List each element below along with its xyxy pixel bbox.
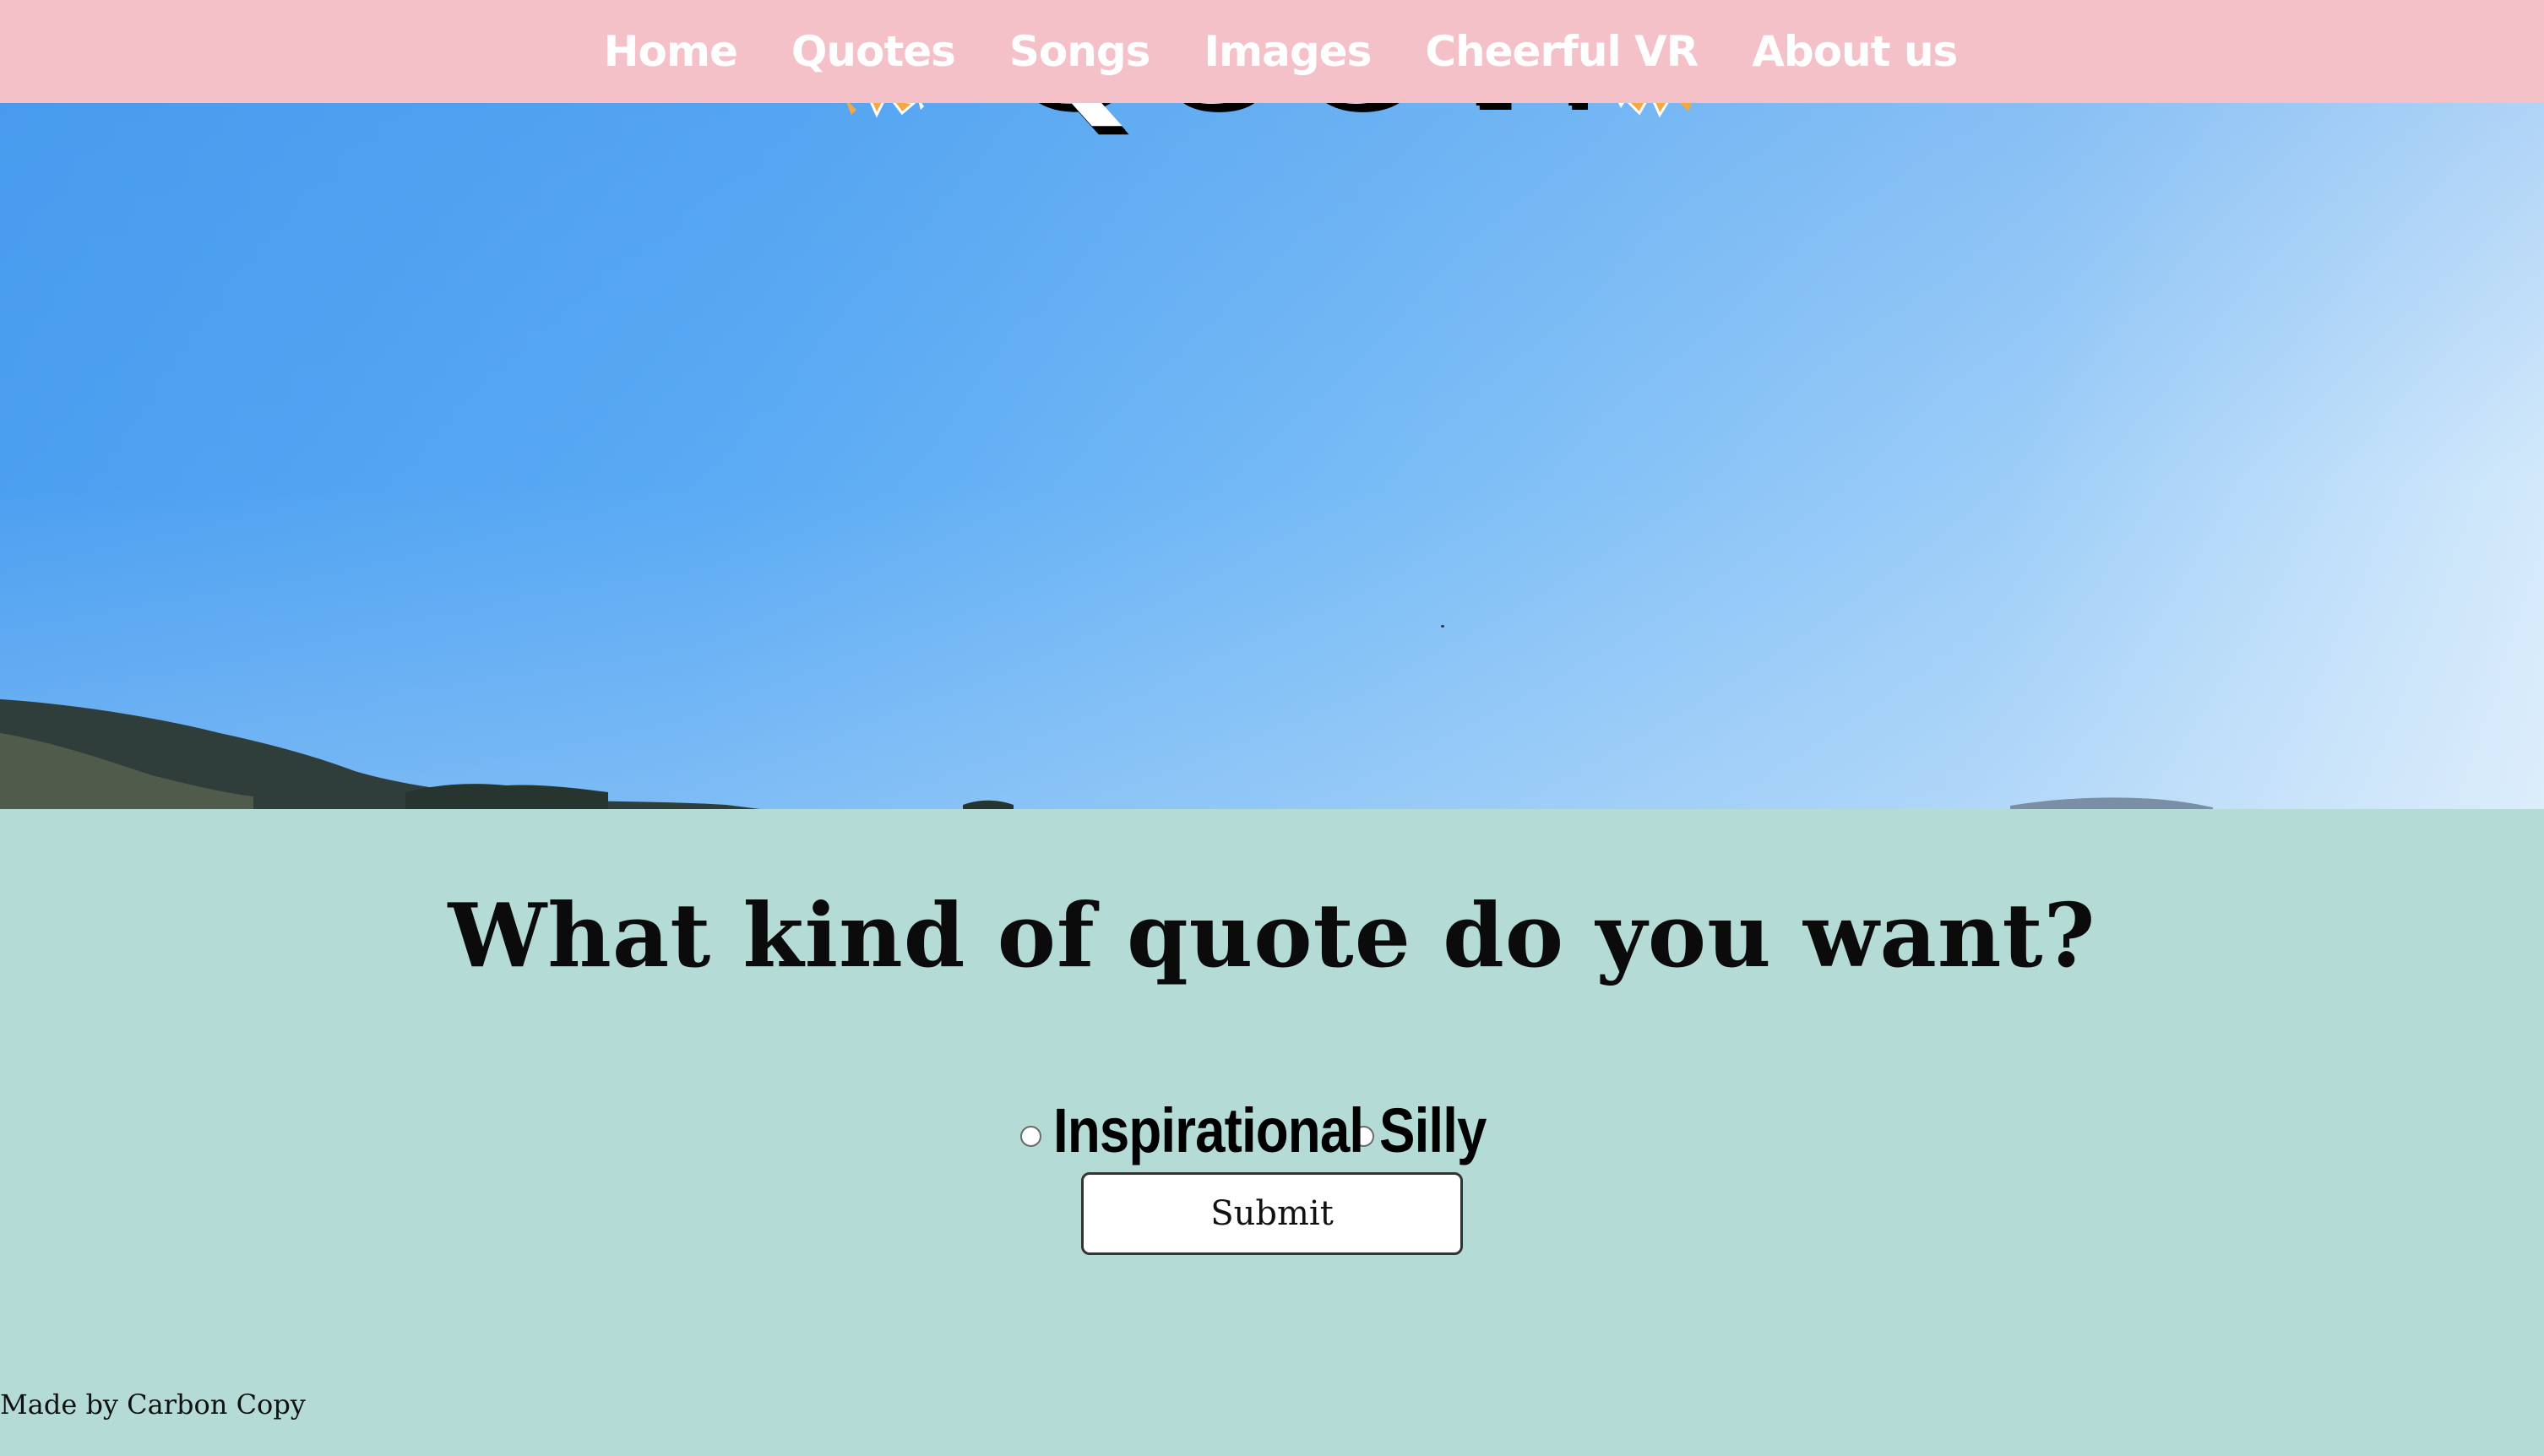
quote-picker-section: What kind of quote do you want? Inspirat… bbox=[0, 809, 2544, 1456]
nav-link-about-us[interactable]: About us bbox=[1752, 27, 1958, 76]
quote-type-options: Inspirational Silly bbox=[1020, 1095, 1503, 1166]
nav-link-images[interactable]: Images bbox=[1204, 27, 1372, 76]
radio-inspirational[interactable] bbox=[1020, 1125, 1041, 1147]
nav-link-cheerful-vr[interactable]: Cheerful VR bbox=[1425, 27, 1699, 76]
quote-type-question: What kind of quote do you want? bbox=[448, 883, 2096, 987]
nav-link-home[interactable]: Home bbox=[604, 27, 738, 76]
bird-speck bbox=[1441, 625, 1444, 627]
footer-credit: Made by Carbon Copy bbox=[0, 1388, 306, 1421]
top-navigation: Home Quotes Songs Images Cheerful VR Abo… bbox=[0, 0, 2544, 103]
hero-banner-image: QUOTES bbox=[0, 0, 2544, 809]
option-label-silly[interactable]: Silly bbox=[1379, 1095, 1487, 1166]
nav-link-quotes[interactable]: Quotes bbox=[791, 27, 956, 76]
hills-silhouette bbox=[0, 699, 2213, 809]
submit-button[interactable]: Submit bbox=[1081, 1172, 1463, 1255]
nav-link-songs[interactable]: Songs bbox=[1009, 27, 1151, 76]
option-label-inspirational[interactable]: Inspirational bbox=[1053, 1095, 1364, 1166]
